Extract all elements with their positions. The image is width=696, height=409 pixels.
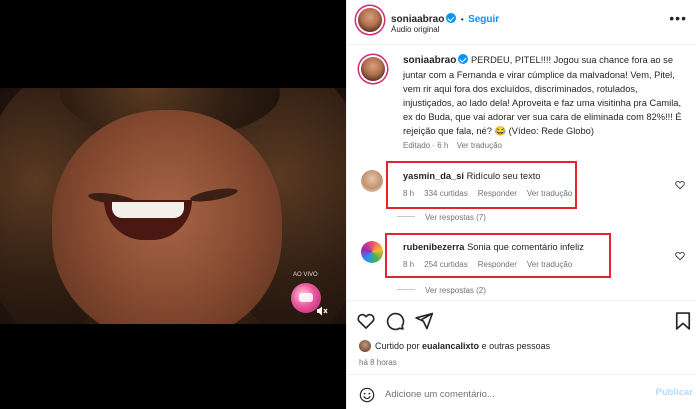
post-media[interactable]: AO VIVO xyxy=(0,0,346,409)
caption-text: soniaabrao PERDEU, PITEL!!!! Jogou sua c… xyxy=(403,53,689,138)
caption-verified-badge-icon xyxy=(458,54,469,64)
avatar[interactable] xyxy=(358,8,382,32)
bookmark-icon[interactable] xyxy=(673,311,693,331)
liked-by-prefix: Curtido por xyxy=(375,341,423,351)
add-comment-bar: Publicar xyxy=(347,374,696,409)
post-header: soniaabrao • Seguir Áudio original ••• xyxy=(347,0,696,45)
live-label: AO VIVO xyxy=(293,272,318,278)
comment-input[interactable] xyxy=(385,386,635,402)
liked-by: Curtido por eualancalixto e outras pesso… xyxy=(359,340,550,352)
comment-avatar[interactable] xyxy=(361,170,383,192)
liked-by-avatar[interactable] xyxy=(359,340,371,352)
mute-icon[interactable] xyxy=(316,305,330,317)
video-teeth xyxy=(112,202,184,218)
publish-button[interactable]: Publicar xyxy=(656,387,694,398)
view-replies-link[interactable]: Ver respostas (7) xyxy=(397,213,486,222)
caption-avatar[interactable] xyxy=(361,57,385,81)
caption-meta: Editado · 6 h Ver tradução xyxy=(403,141,502,150)
share-icon[interactable] xyxy=(414,311,434,331)
comment-heart-icon[interactable] xyxy=(675,251,685,261)
highlight-box-comment-2 xyxy=(385,233,611,278)
heart-icon[interactable] xyxy=(356,311,376,331)
comment-icon[interactable] xyxy=(385,311,405,331)
post-time[interactable]: há 8 horas xyxy=(359,358,397,367)
follow-button[interactable]: Seguir xyxy=(468,14,499,25)
action-bar xyxy=(347,300,696,331)
liked-by-suffix: e outras pessoas xyxy=(479,341,551,351)
emoji-icon[interactable] xyxy=(359,387,375,403)
header-username[interactable]: soniaabrao xyxy=(391,14,444,25)
verified-badge-icon xyxy=(446,13,457,23)
caption-edited: Editado · 6 h xyxy=(403,141,449,150)
caption-translate-link[interactable]: Ver tradução xyxy=(457,141,502,150)
liked-by-user[interactable]: eualancalixto xyxy=(422,341,479,351)
comment-heart-icon[interactable] xyxy=(675,180,685,190)
more-horizontal-icon[interactable]: ••• xyxy=(669,10,687,26)
follow-separator: • xyxy=(460,15,464,24)
view-replies-link[interactable]: Ver respostas (2) xyxy=(397,286,486,295)
caption-username[interactable]: soniaabrao xyxy=(403,55,456,66)
audio-link[interactable]: Áudio original xyxy=(391,25,439,34)
comment-avatar[interactable] xyxy=(361,241,383,263)
post-panel: soniaabrao • Seguir Áudio original ••• s… xyxy=(346,0,696,409)
video-eye-right xyxy=(189,185,239,205)
caption-body: PERDEU, PITEL!!!! Jogou sua chance fora … xyxy=(403,55,682,136)
highlight-box-comment-1 xyxy=(386,161,577,209)
